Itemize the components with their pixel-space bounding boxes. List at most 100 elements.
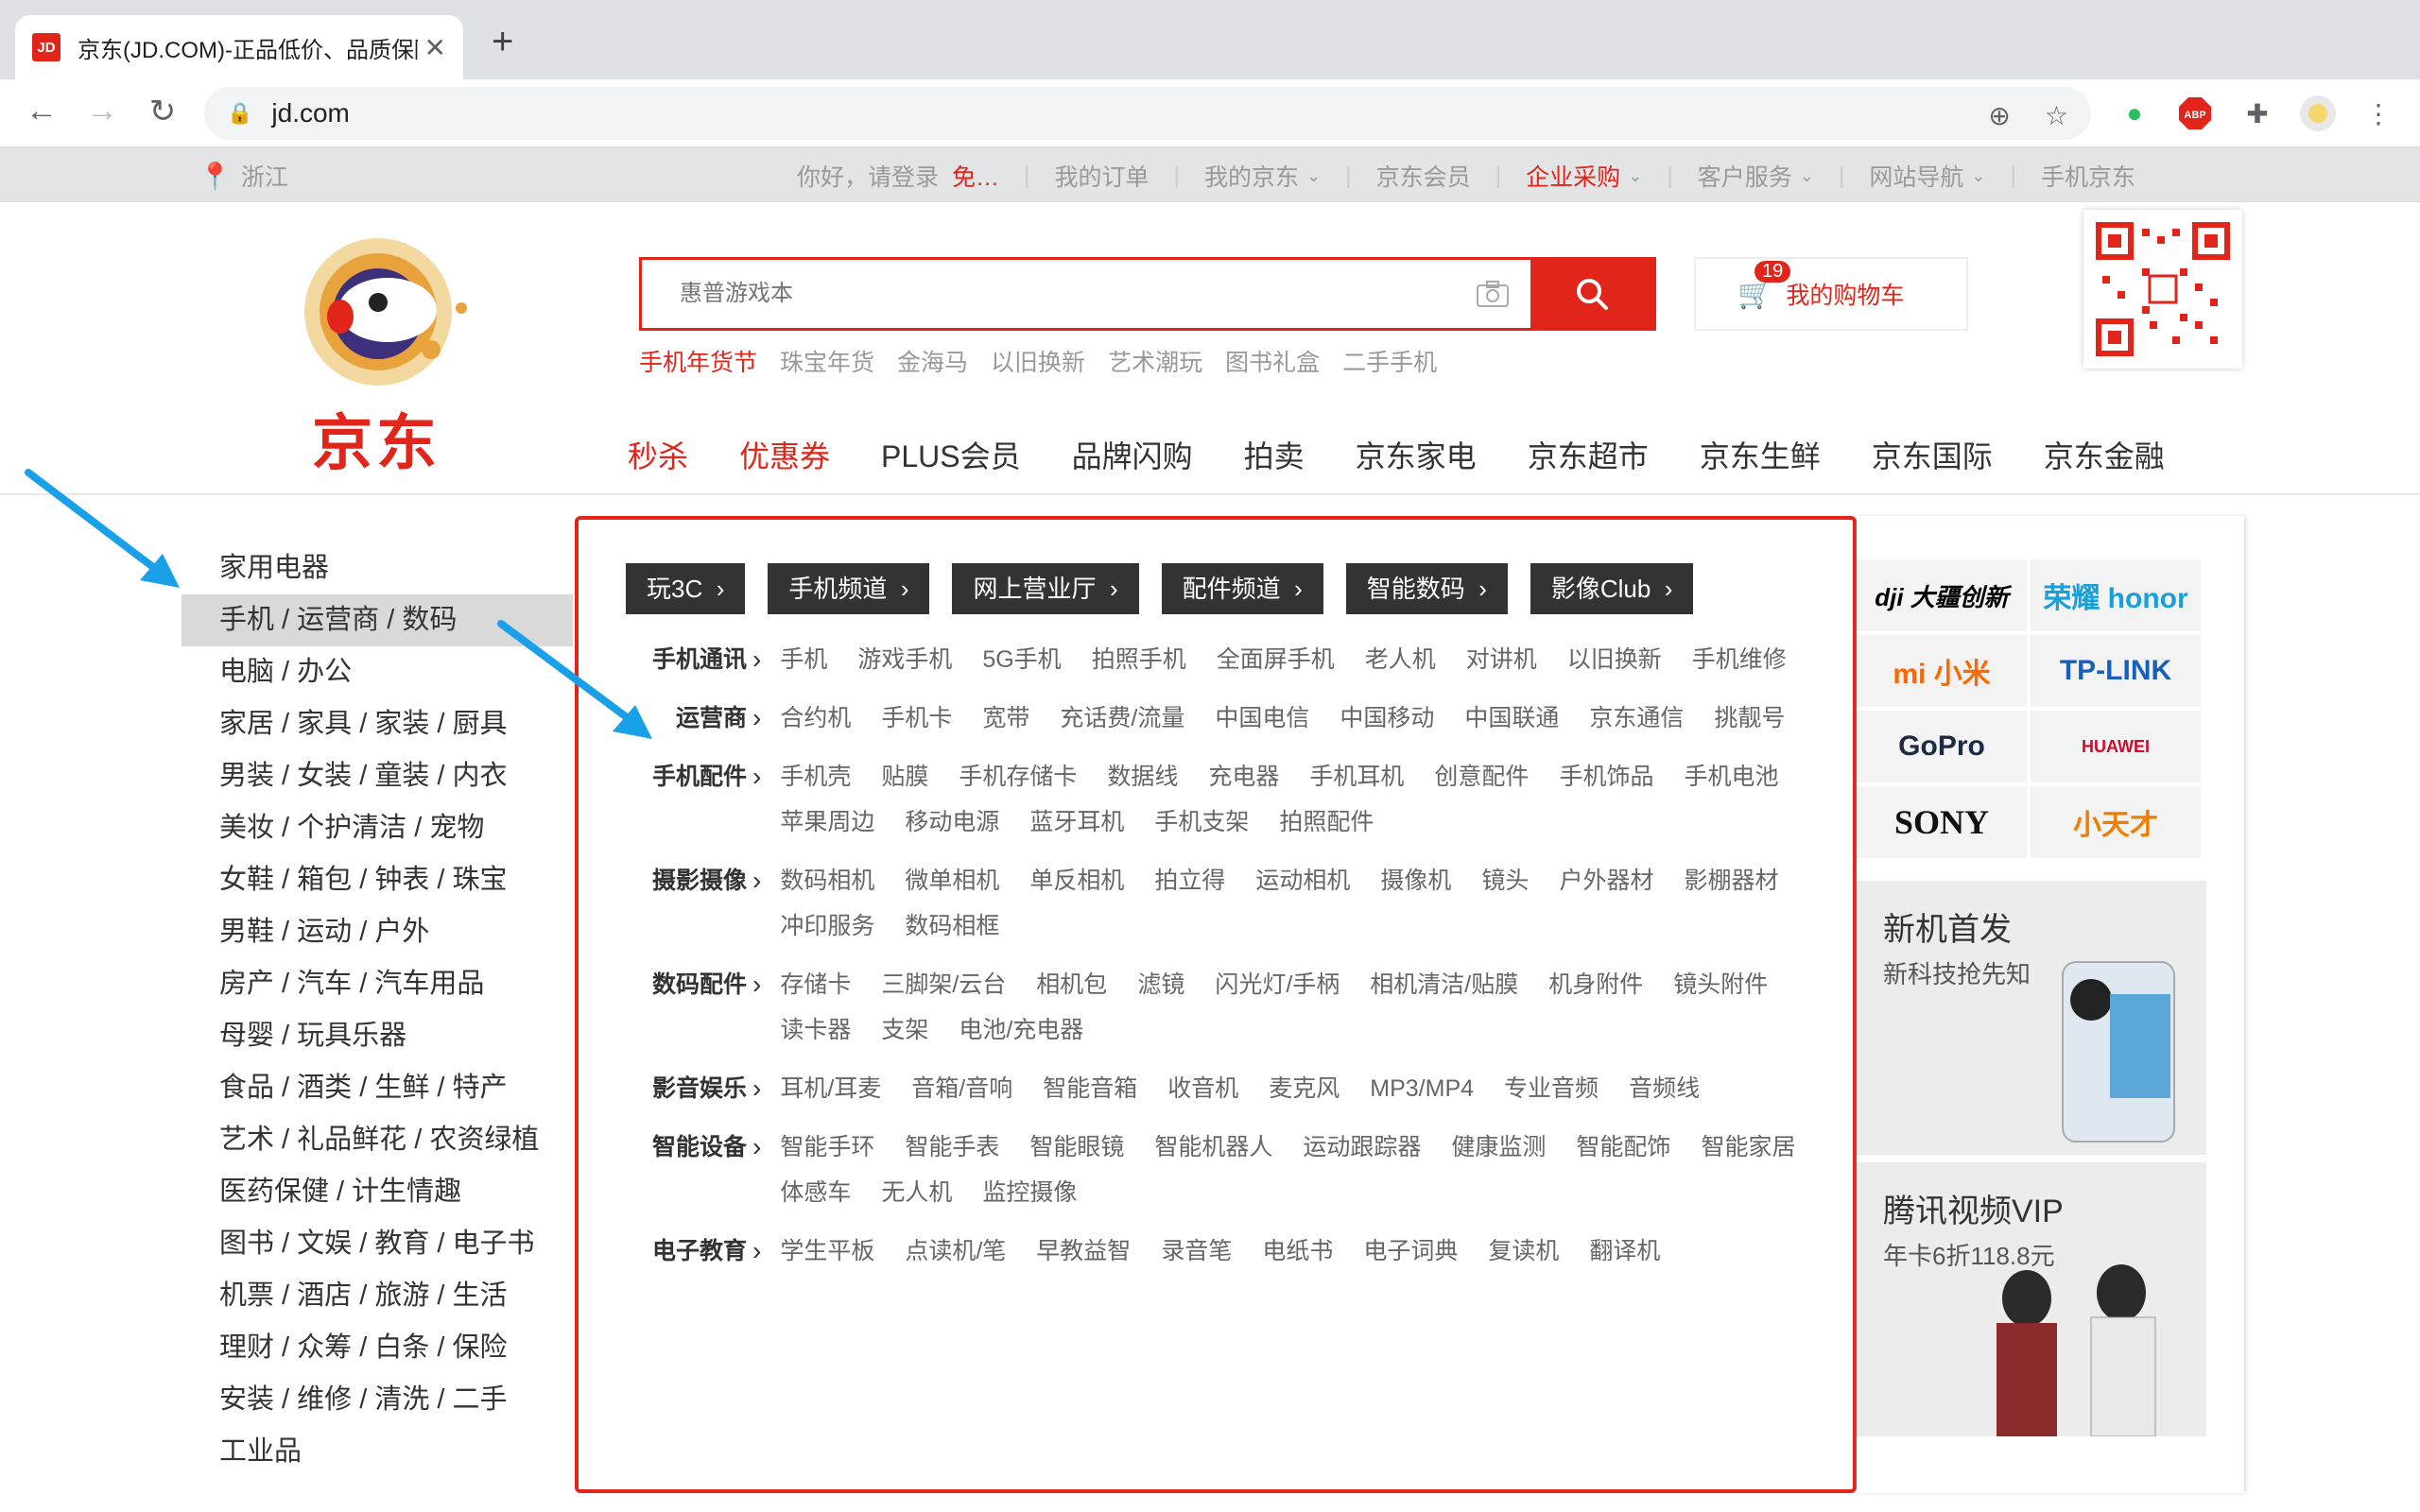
subcategory-link[interactable]: 无人机 <box>881 1170 952 1215</box>
subcategory-link[interactable]: 电纸书 <box>1262 1228 1333 1274</box>
reload-icon[interactable]: ↻ <box>142 93 183 130</box>
subcategory-link[interactable]: 三脚架/云台 <box>881 962 1006 1007</box>
subcategory-link[interactable]: 耳机/耳麦 <box>780 1066 881 1111</box>
channel-button[interactable]: 影像Club › <box>1530 563 1694 614</box>
subcategory-link[interactable]: 中国联通 <box>1464 696 1559 741</box>
subcategory-link[interactable]: 手机存储卡 <box>959 754 1077 799</box>
subcategory-link[interactable]: 学生平板 <box>780 1228 874 1274</box>
subcategory-link[interactable]: 中国移动 <box>1340 696 1434 741</box>
profile-avatar-icon[interactable] <box>2297 93 2339 134</box>
subcategory-link[interactable]: 存储卡 <box>780 962 851 1007</box>
subcategory-link[interactable]: 中国电信 <box>1215 696 1309 741</box>
browser-menu-icon[interactable]: ⋮ <box>2358 93 2399 134</box>
subcategory-link[interactable]: 麦克风 <box>1269 1066 1340 1111</box>
jd-member-link[interactable]: 京东会员 <box>1376 159 1471 193</box>
subcategory-link[interactable]: 支架 <box>881 1007 928 1053</box>
category-item[interactable]: 安装 / 维修 / 清洗 / 二手 <box>182 1374 573 1426</box>
subcategory-link[interactable]: 复读机 <box>1488 1228 1559 1274</box>
subcategory-link[interactable]: 游戏手机 <box>857 637 952 682</box>
channel-button[interactable]: 玩3C › <box>626 563 746 614</box>
subcategory-link[interactable]: 相机包 <box>1036 962 1107 1007</box>
subcategory-link[interactable]: 体感车 <box>780 1170 851 1215</box>
jd-logo[interactable]: 京东 <box>236 227 529 477</box>
subcategory-link[interactable]: 拍立得 <box>1154 858 1225 903</box>
subcategory-link[interactable]: 智能配饰 <box>1576 1125 1670 1170</box>
site-nav-link[interactable]: 网站导航 <box>1869 159 1963 193</box>
subcategory-link[interactable]: 音箱/音响 <box>911 1066 1012 1111</box>
subcategory-link[interactable]: 全面屏手机 <box>1217 637 1335 682</box>
subcategory-link[interactable]: 苹果周边 <box>780 799 874 845</box>
subcategory-link[interactable]: 智能手环 <box>780 1125 874 1170</box>
category-item[interactable]: 工业品 <box>182 1426 573 1478</box>
category-item[interactable]: 艺术 / 礼品鲜花 / 农资绿植 <box>182 1114 573 1166</box>
subcategory-link[interactable]: 镜头 <box>1481 858 1529 903</box>
brand-logo-honor[interactable]: 荣耀 honor <box>2031 559 2201 631</box>
category-item[interactable]: 女鞋 / 箱包 / 钟表 / 珠宝 <box>182 854 573 906</box>
subcategory-link[interactable]: 单反相机 <box>1029 858 1124 903</box>
hotword-link[interactable]: 图书礼盒 <box>1225 344 1320 378</box>
subcategory-link[interactable]: 数据线 <box>1107 754 1178 799</box>
hotword-link[interactable]: 二手手机 <box>1342 344 1437 378</box>
customer-service-link[interactable]: 客户服务 <box>1698 159 1792 193</box>
register-link[interactable]: 免… <box>952 159 999 193</box>
subcategory-link[interactable]: 智能手表 <box>905 1125 999 1170</box>
category-item[interactable]: 机票 / 酒店 / 旅游 / 生活 <box>182 1270 573 1322</box>
subcategory-link[interactable]: 健康监测 <box>1451 1125 1546 1170</box>
subcategory-link[interactable]: 贴膜 <box>881 754 928 799</box>
main-nav-item[interactable]: 京东国际 <box>1872 433 1993 476</box>
adblock-extension-icon[interactable]: ABP <box>2174 93 2216 134</box>
subcategory-link[interactable]: 对讲机 <box>1466 637 1537 682</box>
subcategory-link[interactable]: 拍照手机 <box>1092 637 1186 682</box>
main-nav-item[interactable]: 京东家电 <box>1356 433 1477 476</box>
address-bar[interactable]: 🔒 jd.com ⊕ ☆ <box>204 87 2091 140</box>
hotword-link[interactable]: 珠宝年货 <box>780 344 874 378</box>
subcategory-link[interactable]: 影棚器材 <box>1684 858 1778 903</box>
browser-tab[interactable]: JD 京东(JD.COM)-正品低价、品质保障 ✕ <box>15 15 463 79</box>
subcategory-link[interactable]: 老人机 <box>1365 637 1436 682</box>
brand-logo-tplink[interactable]: TP-LINK <box>2031 635 2201 707</box>
brand-logo-dji[interactable]: dji 大疆创新 <box>1857 559 2027 631</box>
brand-logo-xiaomi[interactable]: mi 小米 <box>1857 635 2027 707</box>
promo-new-phone[interactable]: 新机首发 新科技抢先知 <box>1857 881 2206 1155</box>
mobile-jd-link[interactable]: 手机京东 <box>2041 159 2135 193</box>
main-nav-item[interactable]: 京东超市 <box>1528 433 1649 476</box>
category-item[interactable]: 房产 / 汽车 / 汽车用品 <box>182 958 573 1010</box>
subcategory-link[interactable]: 蓝牙耳机 <box>1029 799 1124 845</box>
subcategory-link[interactable]: 微单相机 <box>905 858 999 903</box>
subcategory-link[interactable]: 移动电源 <box>905 799 999 845</box>
main-nav-item[interactable]: 优惠券 <box>739 433 830 476</box>
subcategory-link[interactable]: 手机壳 <box>780 754 851 799</box>
subcategory-link[interactable]: 早教益智 <box>1036 1228 1131 1274</box>
main-nav-item[interactable]: 品牌闪购 <box>1072 433 1193 476</box>
search-input[interactable] <box>642 260 1455 328</box>
category-item[interactable]: 食品 / 酒类 / 生鲜 / 特产 <box>182 1062 573 1114</box>
subcategory-link[interactable]: 数码相机 <box>780 858 874 903</box>
subcategory-link[interactable]: 宽带 <box>982 696 1029 741</box>
subcategory-link[interactable]: 手机电池 <box>1684 754 1778 799</box>
camera-search-icon[interactable] <box>1455 260 1530 328</box>
subcategory-link[interactable]: 创意配件 <box>1434 754 1529 799</box>
subcategory-link[interactable]: 智能音箱 <box>1043 1066 1137 1111</box>
subcategory-link[interactable]: 手机卡 <box>881 696 952 741</box>
channel-button[interactable]: 配件频道 › <box>1161 563 1323 614</box>
subcategory-link[interactable]: 智能眼镜 <box>1029 1125 1124 1170</box>
main-nav-item[interactable]: 拍卖 <box>1244 433 1305 476</box>
subcategory-link[interactable]: 手机支架 <box>1154 799 1249 845</box>
subcategory-link[interactable]: 充电器 <box>1208 754 1279 799</box>
subcategory-link[interactable]: 读卡器 <box>780 1007 851 1053</box>
subcategory-link[interactable]: 数码相框 <box>905 903 999 949</box>
subcategory-link[interactable]: 滤镜 <box>1137 962 1184 1007</box>
subcategory-link[interactable]: 挑靓号 <box>1714 696 1785 741</box>
subcategory-link[interactable]: 翻译机 <box>1589 1228 1660 1274</box>
location-selector[interactable]: 📍 浙江 <box>199 159 288 193</box>
extensions-puzzle-icon[interactable]: ✚ <box>2237 93 2278 134</box>
subcategory-link[interactable]: 智能机器人 <box>1154 1125 1272 1170</box>
subcategory-link[interactable]: 监控摄像 <box>982 1170 1077 1215</box>
brand-logo-sony[interactable]: SONY <box>1857 786 2027 858</box>
category-item[interactable]: 男装 / 女装 / 童装 / 内衣 <box>182 750 573 802</box>
channel-button[interactable]: 手机频道 › <box>768 563 930 614</box>
category-item[interactable]: 医药保健 / 计生情趣 <box>182 1166 573 1218</box>
subcategory-link[interactable]: 摄像机 <box>1380 858 1451 903</box>
hotword-link[interactable]: 手机年货节 <box>639 344 757 378</box>
category-item[interactable]: 美妆 / 个护清洁 / 宠物 <box>182 802 573 854</box>
